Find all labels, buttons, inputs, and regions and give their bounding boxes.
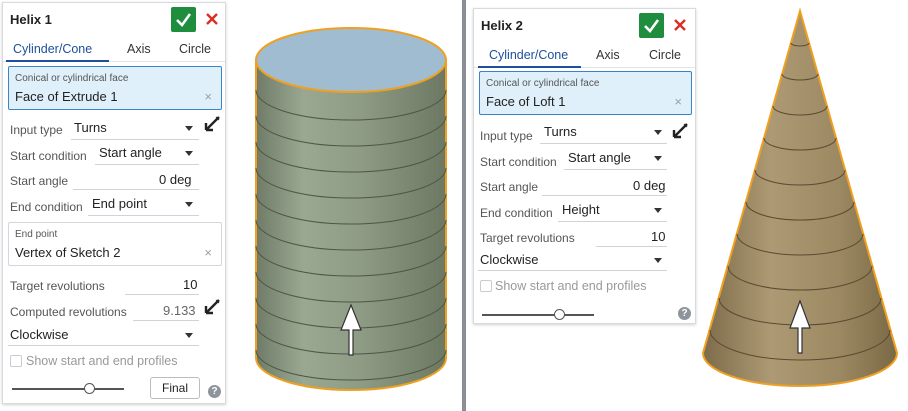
- caret-down-icon: [185, 333, 193, 338]
- direction-select[interactable]: Clockwise: [480, 252, 539, 267]
- target-revolutions-input[interactable]: 10: [183, 277, 197, 292]
- tab-circle[interactable]: Circle: [179, 42, 211, 56]
- face-field-value: Face of Loft 1: [486, 94, 566, 109]
- flip-direction-icon[interactable]: [671, 123, 689, 141]
- start-condition-select[interactable]: Start angle: [99, 145, 162, 160]
- end-condition-select[interactable]: Height: [562, 202, 600, 217]
- final-button[interactable]: Final: [150, 377, 200, 399]
- caret-down-icon: [185, 126, 193, 131]
- start-condition-label: Start condition: [10, 149, 87, 163]
- caret-down-icon: [654, 208, 662, 213]
- accept-button[interactable]: [171, 7, 196, 32]
- flip-direction-icon[interactable]: [203, 299, 221, 317]
- end-point-field[interactable]: End point Vertex of Sketch 2 ×: [8, 222, 222, 266]
- end-point-value: Vertex of Sketch 2: [15, 245, 121, 260]
- dialog-title: Helix 2: [481, 18, 523, 33]
- helix-1-dialog: Helix 1 Cylinder/Cone Axis Circle Conica…: [2, 2, 226, 404]
- computed-revolutions-underline: [133, 320, 199, 321]
- cylinder-top-face[interactable]: [255, 27, 447, 93]
- quality-slider-track[interactable]: [482, 314, 594, 316]
- direction-underline: [8, 345, 199, 346]
- face-selection-field[interactable]: Conical or cylindrical face Face of Loft…: [479, 71, 692, 115]
- clear-icon[interactable]: ×: [674, 94, 682, 109]
- active-tab-underline: [478, 66, 581, 68]
- close-icon[interactable]: [204, 11, 220, 27]
- help-icon[interactable]: ?: [678, 307, 691, 320]
- input-type-label: Input type: [480, 129, 533, 143]
- dialog-tabs: Cylinder/Cone Axis Circle: [3, 38, 225, 62]
- tab-cylinder-cone[interactable]: Cylinder/Cone: [489, 48, 568, 62]
- target-revolutions-label: Target revolutions: [10, 279, 105, 293]
- caret-down-icon: [185, 202, 193, 207]
- face-field-label: Conical or cylindrical face: [15, 73, 129, 84]
- target-revolutions-input[interactable]: 10: [651, 229, 665, 244]
- input-type-underline: [71, 139, 199, 140]
- target-revolutions-label: Target revolutions: [480, 231, 575, 245]
- end-condition-select[interactable]: End point: [92, 196, 147, 211]
- start-condition-underline: [95, 164, 199, 165]
- start-angle-underline: [73, 189, 199, 190]
- dialog-tabs: Cylinder/Cone Axis Circle: [474, 44, 695, 68]
- check-icon: [644, 19, 660, 33]
- active-tab-underline: [6, 60, 109, 62]
- flip-direction-icon[interactable]: [203, 116, 221, 134]
- end-condition-label: End condition: [480, 206, 553, 220]
- show-profiles-label: Show start and end profiles: [495, 279, 647, 293]
- target-revolutions-underline: [596, 246, 667, 247]
- start-angle-underline: [542, 195, 667, 196]
- end-point-label: End point: [15, 229, 58, 240]
- tab-axis[interactable]: Axis: [127, 42, 151, 56]
- quality-slider-handle[interactable]: [554, 309, 565, 320]
- computed-revolutions-value: 9.133: [163, 303, 196, 318]
- dialog-title: Helix 1: [10, 12, 52, 27]
- face-field-label: Conical or cylindrical face: [486, 78, 600, 89]
- quality-slider-track[interactable]: [12, 388, 124, 390]
- help-icon[interactable]: ?: [208, 385, 221, 398]
- start-condition-label: Start condition: [480, 155, 557, 169]
- quality-slider-handle[interactable]: [84, 383, 95, 394]
- input-type-select[interactable]: Turns: [544, 124, 577, 139]
- end-condition-label: End condition: [10, 200, 83, 214]
- helix-2-dialog: Helix 2 Cylinder/Cone Axis Circle Conica…: [473, 8, 696, 324]
- input-type-underline: [540, 143, 667, 144]
- start-angle-label: Start angle: [480, 180, 539, 194]
- check-icon: [176, 13, 192, 27]
- tab-axis[interactable]: Axis: [596, 48, 620, 62]
- show-profiles-label: Show start and end profiles: [26, 354, 178, 368]
- caret-down-icon: [654, 156, 662, 161]
- accept-button[interactable]: [639, 13, 664, 38]
- caret-down-icon: [654, 258, 662, 263]
- cone-viewport[interactable]: [696, 8, 908, 403]
- tab-circle[interactable]: Circle: [649, 48, 681, 62]
- comparison-divider: [462, 0, 466, 411]
- input-type-label: Input type: [10, 123, 63, 137]
- clear-icon[interactable]: ×: [204, 89, 212, 104]
- direction-select[interactable]: Clockwise: [10, 327, 69, 342]
- end-condition-underline: [88, 215, 199, 216]
- face-field-value: Face of Extrude 1: [15, 89, 118, 104]
- caret-down-icon: [654, 130, 662, 135]
- direction-underline: [478, 270, 667, 271]
- input-type-select[interactable]: Turns: [74, 120, 107, 135]
- start-angle-input[interactable]: 0 deg: [633, 178, 666, 193]
- onshape-helix-comparison: Helix 1 Cylinder/Cone Axis Circle Conica…: [0, 0, 908, 411]
- computed-revolutions-label: Computed revolutions: [10, 305, 127, 319]
- start-condition-underline: [564, 169, 667, 170]
- clear-icon[interactable]: ×: [204, 245, 212, 260]
- caret-down-icon: [185, 151, 193, 156]
- tab-cylinder-cone[interactable]: Cylinder/Cone: [13, 42, 92, 56]
- close-icon[interactable]: [672, 17, 688, 33]
- cylinder-viewport[interactable]: [240, 10, 462, 400]
- show-profiles-checkbox[interactable]: [10, 355, 22, 367]
- target-revolutions-underline: [125, 294, 199, 295]
- start-angle-label: Start angle: [10, 174, 69, 188]
- end-condition-underline: [558, 221, 667, 222]
- start-angle-input[interactable]: 0 deg: [159, 172, 192, 187]
- start-condition-select[interactable]: Start angle: [568, 150, 631, 165]
- show-profiles-checkbox[interactable]: [480, 280, 492, 292]
- face-selection-field[interactable]: Conical or cylindrical face Face of Extr…: [8, 66, 222, 110]
